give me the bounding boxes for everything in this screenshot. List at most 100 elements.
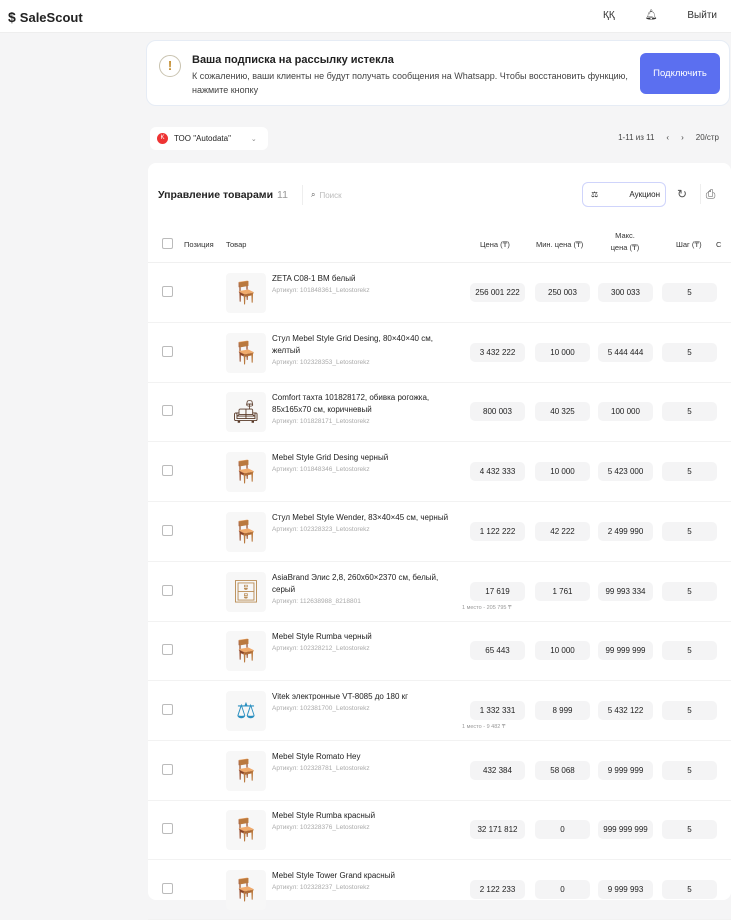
row-checkbox[interactable] [162, 703, 173, 715]
prev-page-button[interactable]: ‹ [666, 133, 669, 142]
product-name[interactable]: Mebel Style Grid Desing черный Артикул: 1… [272, 452, 457, 476]
row-checkbox[interactable] [162, 823, 173, 835]
product-image[interactable]: 🪑 [226, 452, 266, 493]
min-price-input[interactable]: 58 068 [535, 760, 590, 780]
row-checkbox[interactable] [162, 465, 173, 477]
column-position[interactable]: Позиция [184, 240, 214, 249]
column-max-price[interactable]: Макс. цена (₸) [608, 230, 642, 254]
price-input[interactable]: 432 384 [470, 760, 525, 780]
step-input[interactable]: 5 [662, 760, 717, 780]
price-input[interactable]: 2 122 233 [470, 880, 525, 899]
price-input[interactable]: 17 619 [470, 581, 525, 601]
language-switch[interactable]: ҚҚ [603, 10, 615, 21]
step-input[interactable]: 5 [662, 700, 717, 720]
max-price-input[interactable]: 5 432 122 [598, 700, 653, 720]
product-image[interactable]: 🛋 [226, 392, 266, 433]
min-price-input[interactable]: 10 000 [535, 462, 590, 482]
row-checkbox[interactable] [162, 584, 173, 596]
product-image[interactable]: 🪑 [226, 870, 266, 910]
next-page-button[interactable]: › [681, 133, 684, 142]
product-name[interactable]: Mebel Style Tower Grand красный Артикул: … [272, 870, 457, 894]
max-price-input[interactable]: 999 999 999 [598, 820, 653, 840]
max-price-input[interactable]: 99 993 334 [598, 581, 653, 601]
row-checkbox[interactable] [162, 524, 173, 536]
min-price-input[interactable]: 0 [535, 820, 590, 840]
product-image[interactable]: 🪑 [226, 332, 266, 373]
max-price-input[interactable]: 2 499 990 [598, 521, 653, 541]
product-image[interactable]: 🪑 [226, 631, 266, 672]
connect-button[interactable]: Подключить [640, 53, 720, 94]
max-price-input[interactable]: 5 423 000 [598, 462, 653, 482]
price-input[interactable]: 65 443 [470, 641, 525, 661]
row-checkbox[interactable] [162, 763, 173, 775]
row-checkbox[interactable] [162, 405, 173, 417]
step-input[interactable]: 5 [662, 880, 717, 899]
product-name[interactable]: Vitek электронные VT-8085 до 180 кг Артик… [272, 691, 457, 715]
logo[interactable]: $ SaleScout [8, 9, 83, 25]
min-price-input[interactable]: 42 222 [535, 521, 590, 541]
row-checkbox[interactable] [162, 286, 173, 297]
price-input[interactable]: 256 001 222 [470, 283, 525, 302]
product-name[interactable]: Comfort тахта 101828172, обивка рогожка,… [272, 392, 457, 428]
product-name[interactable]: Mebel Style Rumba красный Артикул: 102328… [272, 810, 457, 834]
product-image[interactable]: 🪑 [226, 810, 266, 851]
product-name[interactable]: AsiaBrand Элис 2,8, 260х60×2370 см, белы… [272, 572, 457, 608]
step-input[interactable]: 5 [662, 641, 717, 661]
search-input[interactable]: ⌕ Поиск [302, 185, 432, 205]
row-checkbox[interactable] [162, 883, 173, 894]
product-image[interactable]: 🪑 [226, 750, 266, 791]
max-price-input[interactable]: 99 999 999 [598, 641, 653, 661]
min-price-input[interactable]: 8 999 [535, 700, 590, 720]
min-price-input[interactable]: 40 325 [535, 402, 590, 422]
select-all-checkbox[interactable] [162, 238, 173, 249]
product-image[interactable]: 🪑 [226, 273, 266, 313]
page-size-select[interactable]: 20/стр [696, 133, 719, 142]
product-name[interactable]: Стул Mebel Style Wender, 83×40×45 см, че… [272, 512, 457, 536]
price-input[interactable]: 1 122 222 [470, 521, 525, 541]
logout-link[interactable]: Выйти [687, 10, 717, 21]
auction-button[interactable]: ⚖ Аукцион [582, 182, 666, 207]
column-min-price[interactable]: Мин. цена (₸) [536, 240, 583, 249]
product-image[interactable]: ⚖ [226, 690, 266, 731]
product-name[interactable]: Mebel Style Rumba черный Артикул: 1023282… [272, 631, 457, 655]
min-price-input[interactable]: 10 000 [535, 342, 590, 362]
product-name[interactable]: Стул Mebel Style Grid Desing, 80×40×40 с… [272, 333, 457, 369]
price-input[interactable]: 3 432 222 [470, 342, 525, 362]
bell-icon[interactable]: 🔔︎ [645, 10, 658, 21]
step-input[interactable]: 5 [662, 581, 717, 601]
price-input[interactable]: 4 432 333 [470, 462, 525, 482]
row-checkbox[interactable] [162, 345, 173, 357]
product-image[interactable]: 🗄 [226, 571, 266, 612]
row-checkbox[interactable] [162, 644, 173, 656]
refresh-icon[interactable]: ↻ [672, 184, 692, 204]
step-input[interactable]: 5 [662, 462, 717, 482]
step-input[interactable]: 5 [662, 283, 717, 302]
product-name[interactable]: ZETA C08-1 BM белый Артикул: 101848361_Le… [272, 273, 457, 297]
company-select[interactable]: K ТОО "Autodata" ⌄ [150, 127, 268, 150]
max-price-input[interactable]: 9 999 999 [598, 760, 653, 780]
column-more[interactable]: С [716, 240, 721, 249]
column-price[interactable]: Цена (₸) [480, 240, 510, 249]
step-input[interactable]: 5 [662, 402, 717, 422]
column-step[interactable]: Шаг (₸) [676, 240, 702, 249]
min-price-input[interactable]: 0 [535, 880, 590, 899]
step-input[interactable]: 5 [662, 342, 717, 362]
column-product[interactable]: Товар [226, 240, 246, 249]
chevron-down-icon: ⌄ [250, 135, 257, 143]
step-input[interactable]: 5 [662, 820, 717, 840]
price-input[interactable]: 1 332 331 [470, 700, 525, 720]
max-price-input[interactable]: 5 444 444 [598, 342, 653, 362]
price-input[interactable]: 800 003 [470, 402, 525, 422]
product-image[interactable]: 🪑 [226, 511, 266, 552]
step-input[interactable]: 5 [662, 521, 717, 541]
product-name[interactable]: Mebel Style Romato Hey Артикул: 102328781… [272, 751, 457, 775]
min-price-input[interactable]: 250 003 [535, 283, 590, 302]
max-price-input[interactable]: 9 999 993 [598, 880, 653, 899]
price-input[interactable]: 32 171 812 [470, 820, 525, 840]
table-row: ⚖ Vitek электронные VT-8085 до 180 кг Арт… [148, 681, 731, 741]
max-price-input[interactable]: 300 033 [598, 283, 653, 302]
min-price-input[interactable]: 1 761 [535, 581, 590, 601]
max-price-input[interactable]: 100 000 [598, 402, 653, 422]
min-price-input[interactable]: 10 000 [535, 641, 590, 661]
export-icon[interactable]: ⎙ [700, 184, 720, 204]
